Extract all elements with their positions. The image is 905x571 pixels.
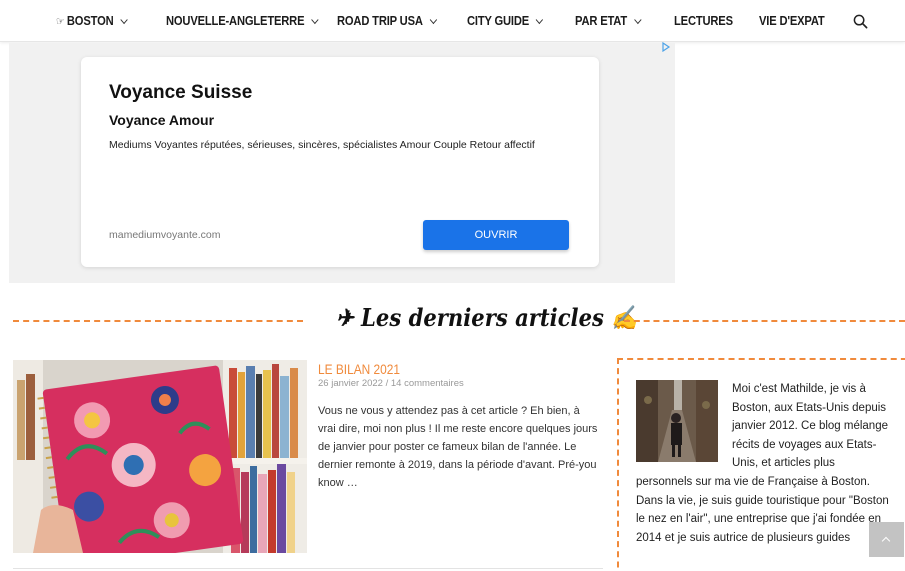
article-title[interactable]: LE BILAN 2021 xyxy=(318,361,400,377)
section-title: ✈ Les derniers articles ✍ xyxy=(336,303,638,332)
search-icon[interactable] xyxy=(853,14,868,29)
nav-item-boston[interactable]: ☞ BOSTON xyxy=(56,13,128,28)
nav-item-label: BOSTON xyxy=(66,13,114,28)
main-navigation: ☞ BOSTON NOUVELLE-ANGLETERRE ROAD TRIP US… xyxy=(0,0,905,42)
article-thumbnail[interactable] xyxy=(13,360,307,553)
article-excerpt: Vous ne vous y attendez pas à cet articl… xyxy=(318,405,598,489)
author-street-photo xyxy=(636,380,718,462)
section-divider-right xyxy=(624,320,905,322)
nav-item-label: PAR ETAT xyxy=(575,13,628,28)
nav-item-label: LECTURES xyxy=(674,13,733,28)
nav-item-label: CITY GUIDE xyxy=(467,13,530,28)
author-photo xyxy=(636,380,718,462)
ad-url[interactable]: mamediumvoyante.com xyxy=(109,229,220,241)
article-divider xyxy=(13,568,603,569)
chevron-down-icon xyxy=(535,15,544,25)
nav-item-label: VIE D'EXPAT xyxy=(759,13,825,28)
chevron-down-icon xyxy=(120,15,128,25)
chevron-down-icon xyxy=(429,15,437,25)
chevron-down-icon xyxy=(311,15,319,25)
pointing-hand-icon: ☞ xyxy=(56,16,65,28)
notebook-photo xyxy=(13,360,307,553)
nav-item-city-guide[interactable]: CITY GUIDE xyxy=(467,13,544,28)
nav-item-label: NOUVELLE-ANGLETERRE xyxy=(166,13,305,28)
nav-item-road-trip-usa[interactable]: ROAD TRIP USA xyxy=(337,13,437,28)
nav-item-nouvelle-angleterre[interactable]: NOUVELLE-ANGLETERRE xyxy=(166,13,319,28)
section-divider-left xyxy=(13,320,303,322)
nav-item-vie-d-expat[interactable]: VIE D'EXPAT xyxy=(759,13,825,28)
nav-item-label: ROAD TRIP USA xyxy=(337,13,423,28)
article-meta: 26 janvier 2022 / 14 commentaires xyxy=(318,378,464,389)
ad-description: Mediums Voyantes réputées, sérieuses, si… xyxy=(109,139,535,151)
ad-choices-icon[interactable] xyxy=(661,42,671,52)
chevron-down-icon xyxy=(633,15,642,25)
nav-item-lectures[interactable]: LECTURES xyxy=(674,13,733,28)
nav-item-par-etat[interactable]: PAR ETAT xyxy=(575,13,642,28)
ad-subtitle: Voyance Amour xyxy=(109,112,215,128)
ad-card[interactable]: Voyance Suisse Voyance Amour Mediums Voy… xyxy=(81,57,599,267)
ad-open-button[interactable]: OUVRIR xyxy=(423,220,569,250)
ad-title[interactable]: Voyance Suisse xyxy=(109,82,252,104)
scroll-to-top-button[interactable] xyxy=(869,522,904,557)
